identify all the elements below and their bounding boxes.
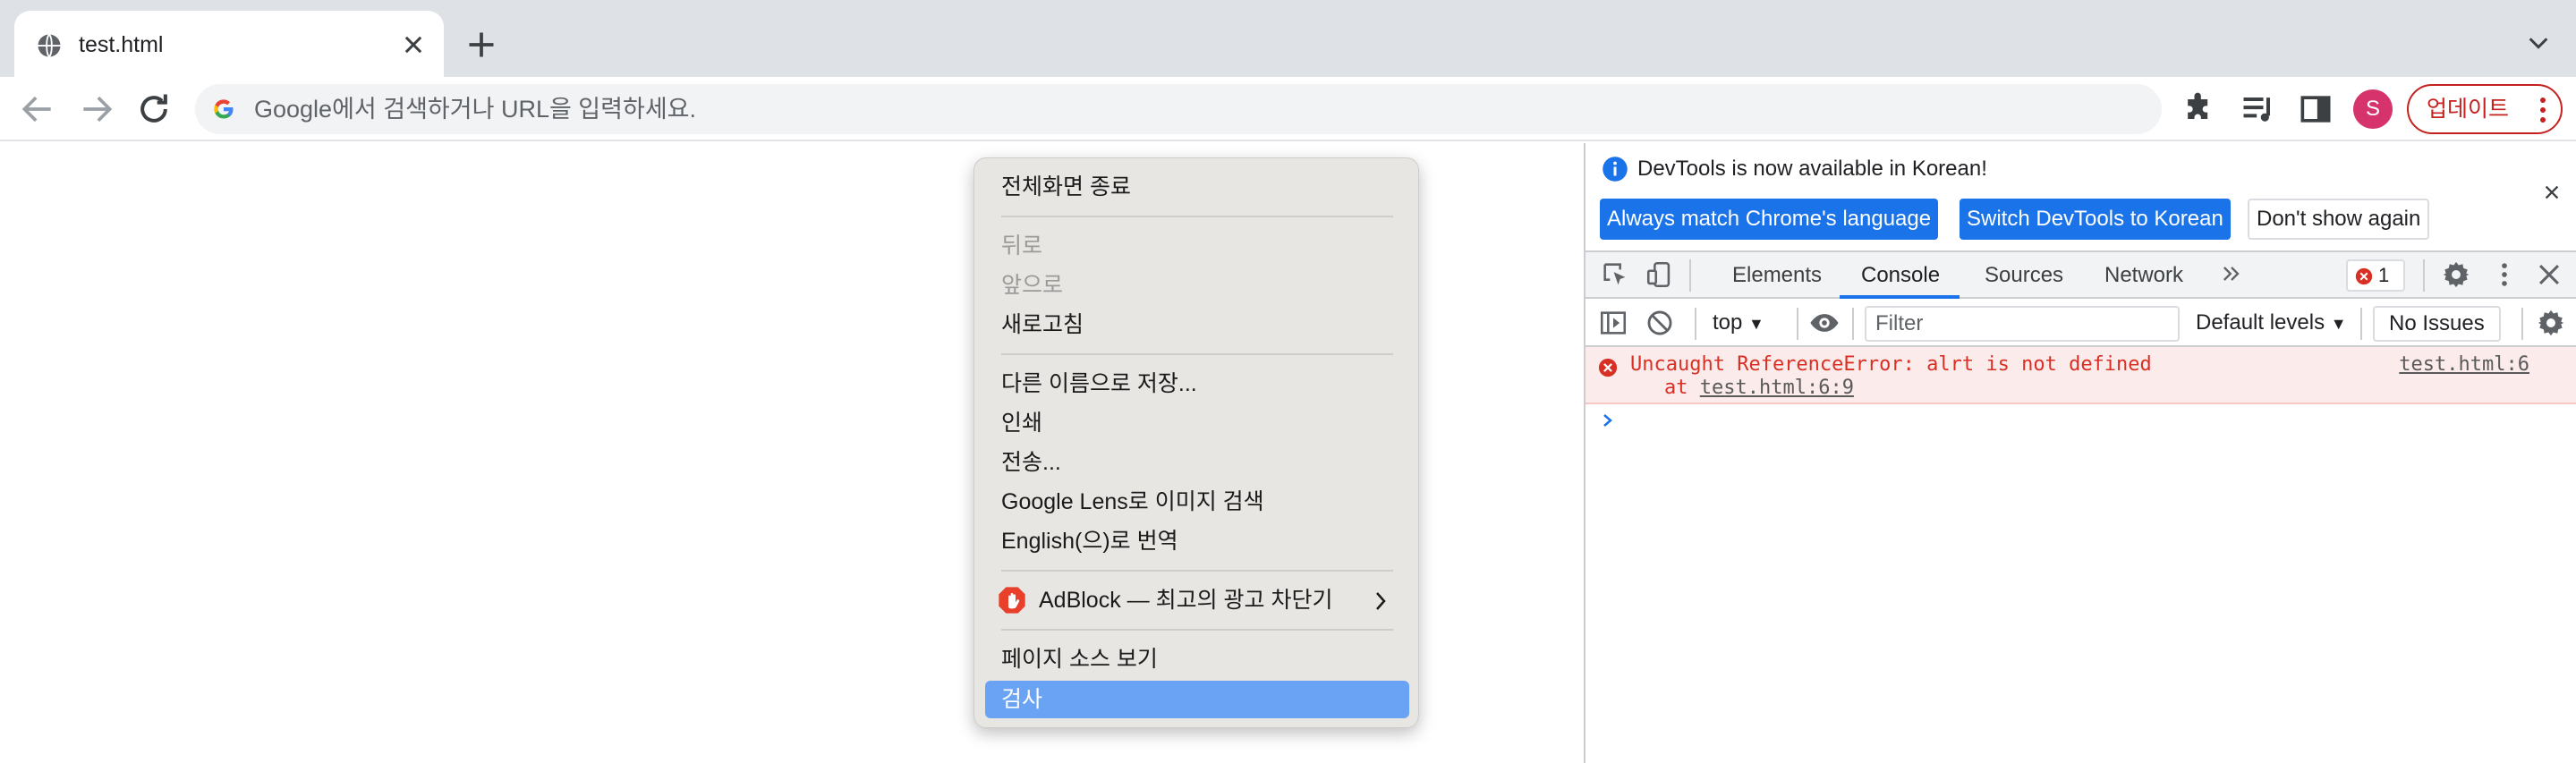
devtools-panel: DevTools is now available in Korean! Alw…: [1584, 143, 2576, 763]
devtools-tab-bar: Elements Console Sources Network 1: [1586, 250, 2576, 299]
language-infobar: DevTools is now available in Korean! Alw…: [1586, 143, 2576, 250]
browser-toolbar: Google에서 검색하거나 URL을 입력하세요. S 업데이트: [0, 77, 2576, 141]
eye-icon[interactable]: [1809, 308, 1840, 338]
infobar-message: DevTools is now available in Korean!: [1637, 157, 1987, 181]
error-stack-line: at test.html:6:9: [1664, 376, 1854, 401]
menu-separator: [1001, 353, 1393, 355]
device-toolbar-icon[interactable]: [1645, 259, 1675, 290]
media-queue-icon[interactable]: [2239, 89, 2278, 129]
reload-icon[interactable]: [134, 89, 174, 129]
menu-item-save-as[interactable]: 다른 이름으로 저장...: [1001, 369, 1197, 398]
inspect-element-icon[interactable]: [1600, 259, 1630, 290]
error-count: 1: [2378, 264, 2390, 286]
tab-network[interactable]: Network: [2104, 261, 2183, 290]
toolbar-divider: [2423, 259, 2425, 292]
omnibox[interactable]: Google에서 검색하거나 URL을 입력하세요.: [195, 84, 2162, 134]
error-text: Uncaught ReferenceError: alrt is not def…: [1630, 353, 2152, 376]
error-circle-icon: [1598, 358, 1618, 377]
error-circle-icon: [2355, 267, 2373, 285]
chevron-right-icon: [1376, 592, 1386, 610]
prompt-chevron-icon: [1603, 414, 1612, 427]
toolbar-divider: [1797, 308, 1798, 340]
stack-location-link[interactable]: test.html:6:9: [1700, 377, 1854, 399]
google-logo-icon: [214, 99, 234, 119]
menu-separator: [1001, 629, 1393, 631]
browser-tab[interactable]: test.html: [14, 11, 444, 77]
forward-arrow-icon[interactable]: [77, 89, 116, 129]
stack-at: at: [1664, 377, 1688, 399]
tab-sources[interactable]: Sources: [1985, 261, 2063, 290]
more-tabs-icon[interactable]: [2219, 261, 2244, 286]
menu-item-adblock[interactable]: AdBlock — 최고의 광고 차단기: [1039, 586, 1333, 615]
toolbar-divider: [2360, 308, 2362, 340]
error-count-badge[interactable]: 1: [2346, 259, 2405, 292]
switch-korean-button[interactable]: Switch DevTools to Korean: [1960, 199, 2231, 240]
tab-elements[interactable]: Elements: [1732, 261, 1822, 290]
menu-item-translate[interactable]: English(으)로 번역: [1001, 527, 1178, 555]
console-toolbar: top ▼ Filter Default levels ▼ No Issues: [1586, 299, 2576, 347]
menu-item-print[interactable]: 인쇄: [1001, 409, 1042, 437]
context-selector[interactable]: top ▼: [1713, 309, 1764, 337]
plus-icon[interactable]: [465, 29, 497, 61]
menu-item-exit-fullscreen[interactable]: 전체화면 종료: [1001, 173, 1131, 201]
context-value: top: [1713, 310, 1743, 335]
back-arrow-icon[interactable]: [18, 89, 57, 129]
menu-item-cast[interactable]: 전송...: [1001, 448, 1061, 477]
avatar[interactable]: S: [2353, 89, 2393, 129]
filter-input[interactable]: Filter: [1865, 306, 2180, 342]
extensions-puzzle-icon[interactable]: [2180, 89, 2219, 129]
toolbar-divider: [1689, 259, 1691, 292]
tab-strip: test.html: [0, 0, 2576, 77]
info-icon: [1603, 157, 1628, 182]
tab-console[interactable]: Console: [1861, 261, 1940, 290]
console-error-message: Uncaught ReferenceError: alrt is not def…: [1586, 347, 2576, 404]
side-panel-icon[interactable]: [2296, 89, 2335, 129]
browser-window: test.html Google에서 검색하거나 URL을 입력하세요. S 업…: [0, 0, 2576, 763]
close-icon[interactable]: [2542, 182, 2562, 202]
more-vert-icon[interactable]: [2489, 259, 2520, 290]
menu-item-inspect[interactable]: 검사: [985, 681, 1409, 718]
dropdown-caret-icon: ▼: [1748, 315, 1764, 333]
more-vert-icon: [2540, 97, 2546, 123]
context-menu: 전체화면 종료 뒤로 앞으로 새로고침 다른 이름으로 저장... 인쇄 전송.…: [973, 157, 1419, 728]
globe-icon: [38, 33, 61, 58]
menu-separator: [1001, 570, 1393, 572]
settings-gear-icon[interactable]: [2441, 259, 2471, 290]
menu-item-forward: 앞으로: [1001, 273, 1064, 298]
toolbar-divider: [1852, 308, 1854, 340]
update-button[interactable]: 업데이트: [2407, 84, 2563, 134]
sidebar-toggle-icon[interactable]: [1598, 308, 1628, 338]
dropdown-caret-icon: ▼: [2330, 315, 2347, 333]
update-button-label: 업데이트: [2427, 97, 2510, 122]
omnibox-placeholder: Google에서 검색하거나 URL을 입력하세요.: [254, 96, 697, 123]
adblock-hand-icon: [999, 587, 1025, 614]
menu-separator: [1001, 216, 1393, 217]
chevron-down-icon[interactable]: [2526, 30, 2551, 55]
match-language-button[interactable]: Always match Chrome's language: [1600, 199, 1939, 240]
toolbar-divider: [2521, 308, 2523, 340]
issues-button[interactable]: No Issues: [2373, 306, 2501, 342]
error-source-link[interactable]: test.html:6: [2399, 352, 2529, 377]
menu-item-view-source[interactable]: 페이지 소스 보기: [1001, 645, 1158, 674]
menu-item-inspect-label: 검사: [1001, 687, 1043, 712]
toolbar-divider: [1695, 308, 1696, 340]
close-icon[interactable]: [2534, 259, 2564, 290]
tab-title: test.html: [79, 32, 164, 57]
menu-item-google-lens[interactable]: Google Lens로 이미지 검색: [1001, 487, 1264, 516]
clear-console-icon[interactable]: [1645, 308, 1675, 338]
menu-item-reload[interactable]: 새로고침: [1001, 310, 1084, 339]
dont-show-again-button[interactable]: Don't show again: [2248, 199, 2430, 240]
log-levels-dropdown[interactable]: Default levels ▼: [2196, 309, 2347, 337]
menu-item-back: 뒤로: [1001, 233, 1043, 259]
log-levels-label: Default levels: [2196, 310, 2325, 335]
settings-gear-icon[interactable]: [2536, 308, 2566, 338]
close-icon[interactable]: [401, 32, 426, 57]
